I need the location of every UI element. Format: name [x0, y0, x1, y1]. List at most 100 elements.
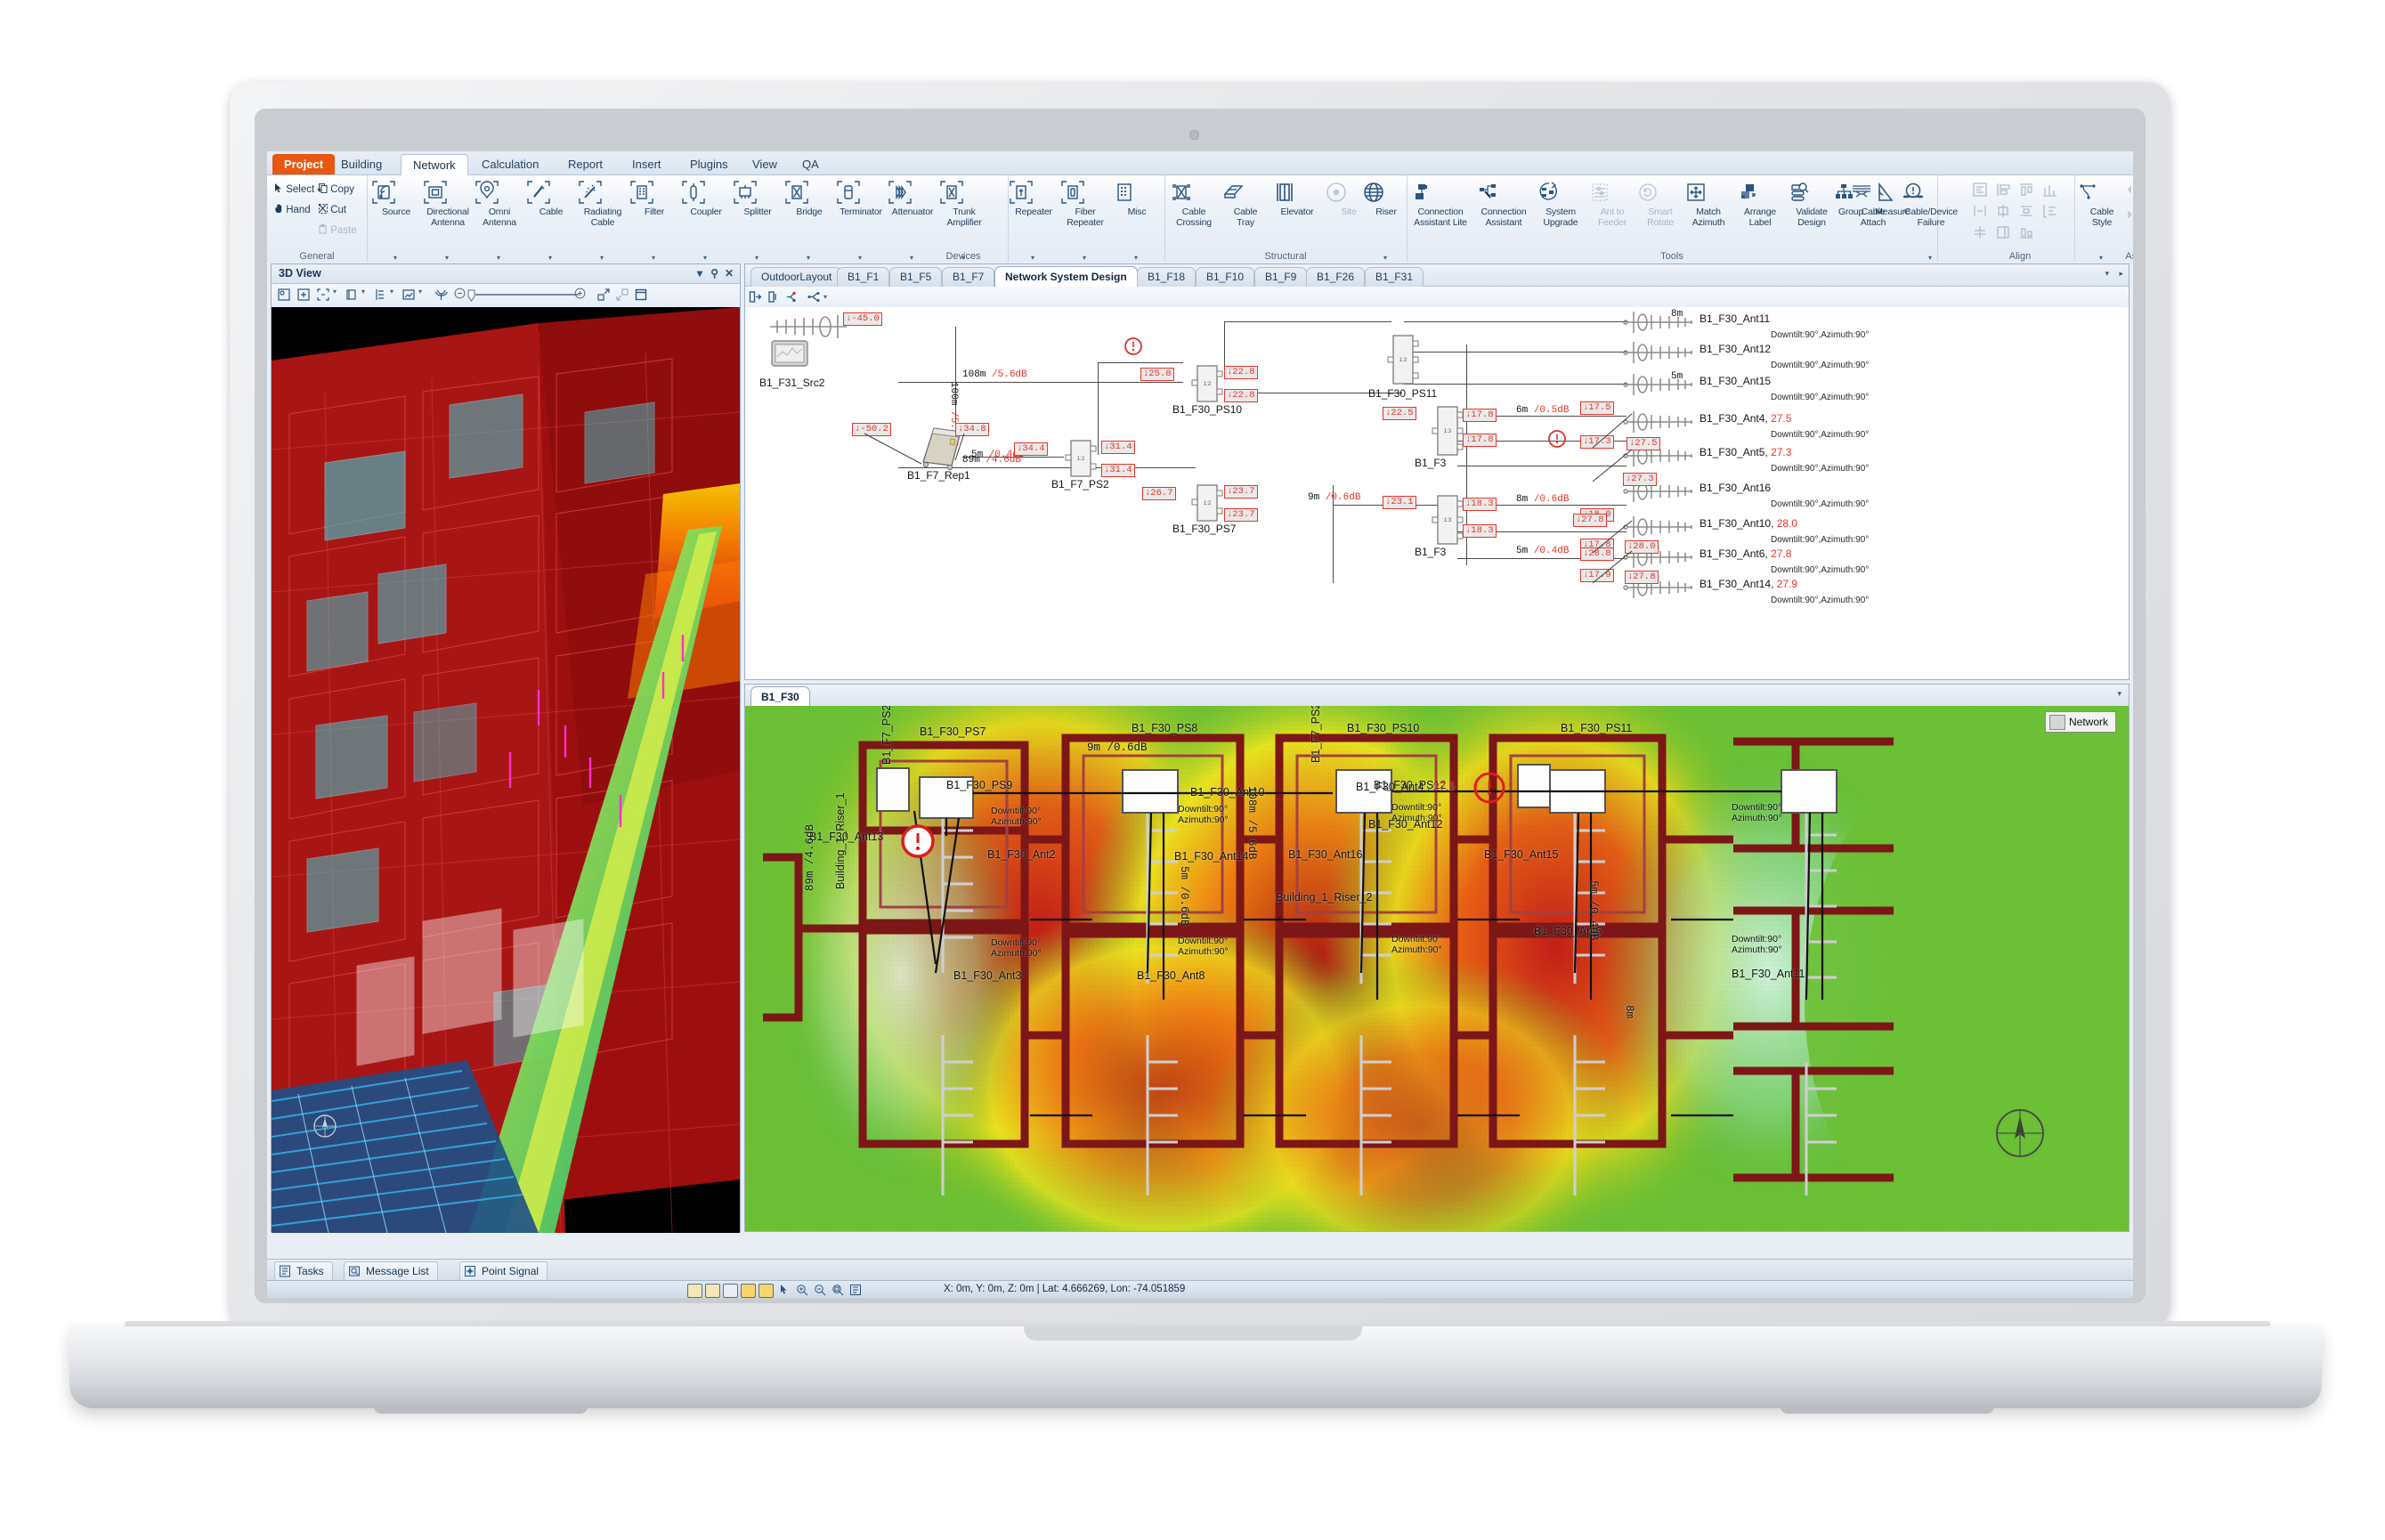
antenna-toggle-icon[interactable]: [434, 288, 449, 302]
bottom-tab-message-list[interactable]: Message List: [344, 1261, 438, 1281]
pointer-icon[interactable]: [778, 1284, 791, 1296]
warning-a-icon[interactable]: [741, 1284, 756, 1298]
doc-tab-b1-f18[interactable]: B1_F18: [1137, 267, 1197, 287]
misc-button[interactable]: Misc ▾: [1111, 179, 1163, 262]
bridge-button[interactable]: Bridge ▾: [783, 179, 835, 262]
chevron-down-icon[interactable]: ▾: [1928, 254, 1932, 262]
doc-tab-b1-f10[interactable]: B1_F10: [1196, 267, 1255, 287]
alert-marker-icon[interactable]: [1546, 428, 1568, 450]
ribbon-tab-insert[interactable]: Insert: [621, 154, 673, 174]
splitter-button[interactable]: Splitter ▾: [732, 179, 783, 262]
connection-assistant-lite-button[interactable]: Connection Assistant Lite: [1408, 179, 1472, 228]
align-top-icon[interactable]: [2017, 181, 2037, 199]
ribbon-tab-project[interactable]: Project: [272, 154, 336, 174]
paste-button[interactable]: Paste: [319, 224, 357, 236]
smart-rotate-button[interactable]: Smart Rotate: [1635, 179, 1686, 228]
floor-view-icon[interactable]: [373, 288, 387, 302]
align-v-icon[interactable]: [1994, 202, 2014, 220]
distribute-h-icon[interactable]: [2040, 181, 2060, 199]
ribbon-tab-view[interactable]: View: [741, 154, 789, 174]
select-button[interactable]: Select ▾: [274, 183, 320, 195]
filter-button[interactable]: Filter ▾: [629, 179, 680, 262]
antenna-4[interactable]: [1623, 409, 1698, 435]
expand-icon[interactable]: [596, 288, 611, 302]
cable-crossing-button[interactable]: Cable Crossing: [1168, 179, 1220, 228]
chevron-down-icon[interactable]: ▾: [497, 254, 500, 262]
distribute-v-icon[interactable]: [2017, 202, 2037, 220]
splitter-ps10[interactable]: 1:2: [1190, 364, 1226, 403]
align-right-icon[interactable]: [1994, 223, 2014, 241]
splitter-mid-upper[interactable]: 1:3: [1431, 405, 1466, 457]
trunk-amplifier-button[interactable]: Trunk Amplifier ▾: [938, 179, 990, 262]
align-bottom-icon[interactable]: [2017, 223, 2037, 241]
network-diagram-canvas[interactable]: B1_F31_Src2 ↓-45.0 100m /5.2dB B1_F7_Rep…: [745, 307, 2129, 679]
zoom-in-icon[interactable]: [796, 1284, 809, 1296]
mirror-button[interactable]: Mirror: [2128, 184, 2133, 197]
doc-tab-b1-f31[interactable]: B1_F31: [1365, 267, 1424, 287]
cut-button[interactable]: Cut: [319, 204, 346, 215]
fit-view-icon[interactable]: [296, 288, 311, 302]
chevron-down-icon[interactable]: ▾: [418, 288, 422, 296]
cable-device-failure-button[interactable]: Cable/Device Failure ▾: [1900, 179, 1962, 262]
cable-tray-button[interactable]: Cable Tray: [1220, 179, 1271, 228]
antenna-1[interactable]: [1623, 309, 1698, 336]
splitter-mid-lower[interactable]: 1:3: [1431, 494, 1466, 546]
panel-icon[interactable]: [849, 1284, 863, 1296]
elevator-button[interactable]: Elevator: [1271, 179, 1323, 218]
chevron-down-icon[interactable]: ▾: [823, 293, 827, 301]
alert-marker-icon[interactable]: [1123, 336, 1144, 357]
chevron-down-icon[interactable]: ▾: [2117, 689, 2121, 699]
flip-button[interactable]: Flip: [2128, 209, 2133, 222]
radiating-cable-button[interactable]: Radiating Cable ▾: [577, 179, 629, 262]
align-mid-icon[interactable]: [1971, 223, 1991, 241]
doc-tab-outdoorlayout[interactable]: OutdoorLayout: [750, 267, 843, 287]
omni-antenna-button[interactable]: Omni Antenna ▾: [474, 179, 525, 262]
warning-b-icon[interactable]: [758, 1284, 774, 1298]
chevron-down-icon[interactable]: ▾: [548, 254, 552, 262]
riser-button[interactable]: Riser ▾: [1360, 179, 1412, 262]
source-button[interactable]: Source ▾: [370, 179, 422, 262]
viewport-3d[interactable]: [272, 307, 740, 1233]
ribbon-tab-plugins[interactable]: Plugins: [678, 154, 740, 174]
ribbon-tab-calculation[interactable]: Calculation: [470, 154, 550, 174]
ribbon-tab-network[interactable]: Network: [401, 154, 468, 176]
copy-button[interactable]: Copy: [319, 183, 354, 195]
chevron-down-icon[interactable]: ▾: [445, 254, 449, 262]
highlight-path-icon[interactable]: [784, 290, 798, 304]
zoom-out-icon[interactable]: [814, 1284, 827, 1296]
terminator-button[interactable]: Terminator ▾: [835, 179, 887, 262]
doc-tab-b1-f1[interactable]: B1_F1: [837, 267, 890, 287]
opacity-slider-track[interactable]: [475, 294, 579, 296]
window-icon[interactable]: [634, 288, 648, 302]
export-icon[interactable]: [723, 1284, 738, 1298]
chevron-down-icon[interactable]: ▾: [697, 267, 702, 280]
arrange-label-button[interactable]: Arrange Label: [1734, 179, 1786, 228]
chevron-down-icon[interactable]: ▾: [393, 254, 397, 262]
align-h-icon[interactable]: [1971, 202, 1991, 220]
ribbon-tab-qa[interactable]: QA: [791, 154, 831, 174]
antenna-2[interactable]: [1623, 339, 1698, 366]
cable-style-button[interactable]: Cable Style ▾: [2076, 179, 2128, 262]
directional-antenna-button[interactable]: Directional Antenna ▾: [422, 179, 474, 262]
chevron-down-icon[interactable]: ▾: [2105, 269, 2109, 279]
repeater-button[interactable]: Repeater ▾: [1008, 179, 1059, 262]
ant-to-feeder-button[interactable]: Ant to Feeder: [1586, 179, 1638, 228]
align-right-top-icon[interactable]: [2040, 202, 2060, 220]
floorplan-heatmap-canvas[interactable]: B1_F30_PS7 B1_F30_PS8 B1_F30_PS10 B1_F30…: [745, 706, 2129, 1231]
ruler-icon[interactable]: [687, 1284, 702, 1298]
chevron-down-icon[interactable]: ▾: [390, 288, 393, 296]
network-overlay-button[interactable]: Network: [2044, 711, 2116, 733]
match-azimuth-button[interactable]: Match Azimuth: [1683, 179, 1734, 228]
chevron-down-icon[interactable]: ▾: [361, 288, 365, 296]
doc-tab-network-system-design[interactable]: Network System Design: [994, 266, 1138, 287]
branch-layout-icon[interactable]: [807, 290, 821, 304]
ribbon-tab-report[interactable]: Report: [556, 154, 614, 174]
opacity-slider-handle[interactable]: [467, 289, 475, 302]
chevron-down-icon[interactable]: ▾: [333, 288, 337, 296]
doc-tab-b1-f7[interactable]: B1_F7: [942, 267, 995, 287]
splitter-ps7[interactable]: 1:2: [1190, 483, 1226, 523]
cable-attach-button[interactable]: Cable Attach: [1848, 179, 1898, 228]
collapse-tree-icon[interactable]: [767, 290, 780, 304]
opacity-minus-icon[interactable]: [454, 288, 466, 299]
doc-tab-b1-f9[interactable]: B1_F9: [1254, 267, 1308, 287]
